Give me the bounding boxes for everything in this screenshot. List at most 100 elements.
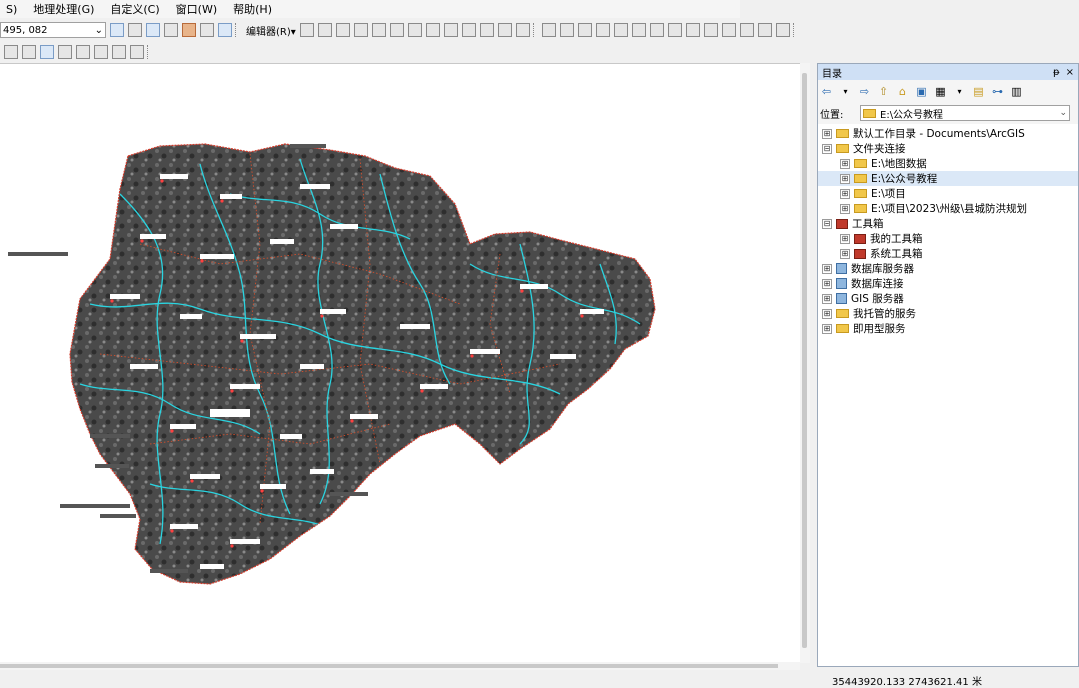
- sketch-properties-icon[interactable]: [515, 23, 530, 37]
- chevron-down-icon[interactable]: ▾: [953, 85, 966, 98]
- editor-menu-button[interactable]: 编辑器(R)▾: [246, 23, 296, 38]
- cut-polygons-icon[interactable]: [443, 23, 458, 37]
- map-scale-combobox[interactable]: 495, 082 ⌄: [0, 22, 106, 38]
- binoculars-icon[interactable]: [58, 45, 72, 59]
- straight-segment-icon[interactable]: [335, 23, 350, 37]
- menu-item-s[interactable]: S): [6, 3, 17, 16]
- toolbar-grip[interactable]: [147, 45, 152, 59]
- edit-vertices-icon[interactable]: [407, 23, 422, 37]
- catalog-tree-node[interactable]: ⊞ E:\项目\2023\州级\县城防洪规划: [818, 201, 1078, 216]
- record-icon[interactable]: [667, 23, 682, 37]
- pencil-icon[interactable]: [4, 45, 18, 59]
- map-view[interactable]: [0, 63, 800, 664]
- up-one-level-icon[interactable]: ⇧: [877, 85, 890, 98]
- pin-icon[interactable]: ᵽ: [1053, 67, 1060, 78]
- collapse-icon[interactable]: ⊟: [822, 218, 832, 229]
- python-window-icon[interactable]: [200, 23, 214, 37]
- attributes-icon[interactable]: [497, 23, 512, 37]
- go-to-xy-icon[interactable]: [76, 45, 90, 59]
- catalog-tree-node[interactable]: ⊞ E:\项目: [818, 186, 1078, 201]
- rotate-icon[interactable]: [479, 23, 494, 37]
- menu-item-help[interactable]: 帮助(H): [233, 1, 272, 17]
- arctoolbox-icon[interactable]: [182, 23, 196, 37]
- expand-icon[interactable]: ⊞: [822, 323, 832, 334]
- fillet-icon[interactable]: [595, 23, 610, 37]
- chevron-down-icon[interactable]: ⌄: [95, 25, 103, 36]
- menu-item-customize[interactable]: 自定义(C): [110, 1, 159, 17]
- expand-icon[interactable]: ⊞: [840, 188, 850, 199]
- expand-icon[interactable]: ⊞: [822, 293, 832, 304]
- catalog-tree-node[interactable]: ⊞ 我的工具箱: [818, 231, 1078, 246]
- snapping-icon[interactable]: [649, 23, 664, 37]
- home-folder-icon[interactable]: ⌂: [896, 85, 909, 98]
- expand-icon[interactable]: ⊞: [840, 248, 850, 259]
- measure-icon[interactable]: [703, 23, 718, 37]
- advanced-edit-icon[interactable]: [577, 23, 592, 37]
- trim-icon[interactable]: [631, 23, 646, 37]
- end-point-arc-icon[interactable]: [353, 23, 368, 37]
- collapse-icon[interactable]: ⊟: [822, 143, 832, 154]
- expand-icon[interactable]: ⊞: [840, 173, 850, 184]
- split-tool-icon[interactable]: [461, 23, 476, 37]
- expand-icon[interactable]: ⊞: [822, 308, 832, 319]
- extend-icon[interactable]: [613, 23, 628, 37]
- point-icon[interactable]: [389, 23, 404, 37]
- menu-item-geoprocessing[interactable]: 地理处理(G): [33, 1, 94, 17]
- scrollbar-thumb[interactable]: [0, 664, 778, 668]
- toolbar-grip[interactable]: [235, 23, 240, 37]
- zoom-icon[interactable]: [757, 23, 772, 37]
- georeferencing-icon[interactable]: [559, 23, 574, 37]
- tree-view-icon[interactable]: ⊶: [991, 85, 1004, 98]
- chevron-down-icon[interactable]: ⌄: [1059, 108, 1067, 118]
- catalog-tree-node[interactable]: ⊞ E:\公众号教程: [818, 171, 1078, 186]
- pan-icon[interactable]: [775, 23, 790, 37]
- catalog-tree-node[interactable]: ⊞ 数据库服务器: [818, 261, 1078, 276]
- create-viewer-icon[interactable]: [130, 45, 144, 59]
- expand-icon[interactable]: ⊞: [840, 158, 850, 169]
- catalog-tree-node[interactable]: ⊞ E:\地图数据: [818, 156, 1078, 171]
- forward-arrow-icon[interactable]: ⇨: [858, 85, 871, 98]
- table-of-contents-icon[interactable]: [128, 23, 142, 37]
- close-icon[interactable]: ×: [1066, 67, 1074, 78]
- model-builder-icon[interactable]: [218, 23, 232, 37]
- menu-item-window[interactable]: 窗口(W): [176, 1, 217, 17]
- connect-folder-icon[interactable]: ▣: [915, 85, 928, 98]
- trace-icon[interactable]: [371, 23, 386, 37]
- expand-icon[interactable]: ⊞: [840, 233, 850, 244]
- expand-icon[interactable]: ⊞: [822, 128, 832, 139]
- catalog-tree-node[interactable]: ⊟ 文件夹连接: [818, 141, 1078, 156]
- catalog-tree-node[interactable]: ⊞ GIS 服务器: [818, 291, 1078, 306]
- catalog-tree-node[interactable]: ⊟ 工具箱: [818, 216, 1078, 231]
- identify-icon[interactable]: [685, 23, 700, 37]
- route-icon[interactable]: [94, 45, 108, 59]
- catalog-tree-node[interactable]: ⊞ 即用型服务: [818, 321, 1078, 336]
- reshape-feature-icon[interactable]: [425, 23, 440, 37]
- scrollbar-thumb[interactable]: [802, 73, 807, 648]
- toolbar-grip[interactable]: [792, 23, 798, 37]
- view-options-icon[interactable]: ▦: [934, 85, 947, 98]
- search-window-icon[interactable]: [164, 23, 178, 37]
- new-folder-icon[interactable]: ▤: [972, 85, 985, 98]
- catalog-tree-node[interactable]: ⊞ 我托管的服务: [818, 306, 1078, 321]
- time-slider-icon[interactable]: [112, 45, 126, 59]
- back-arrow-icon[interactable]: ⇦: [820, 85, 833, 98]
- toolbar-grip[interactable]: [532, 23, 538, 37]
- topology-edit-icon[interactable]: [541, 23, 556, 37]
- location-combobox[interactable]: E:\公众号教程 ⌄: [860, 105, 1070, 121]
- expand-icon[interactable]: ⊞: [840, 203, 850, 214]
- options-icon[interactable]: ▥: [1010, 85, 1023, 98]
- layout-icon[interactable]: [739, 23, 754, 37]
- edit-annotation-icon[interactable]: [317, 23, 332, 37]
- map-canvas[interactable]: [0, 64, 800, 664]
- map-vertical-scrollbar[interactable]: [800, 63, 810, 663]
- catalog-tree-node[interactable]: ⊞ 默认工作目录 - Documents\ArcGIS: [818, 126, 1078, 141]
- chevron-down-icon[interactable]: ▾: [839, 85, 852, 98]
- edit-tool-icon[interactable]: [299, 23, 314, 37]
- map-horizontal-scrollbar[interactable]: [0, 662, 800, 670]
- catalog-tree-node[interactable]: ⊞ 系统工具箱: [818, 246, 1078, 261]
- catalog-window-icon[interactable]: [146, 23, 160, 37]
- editor-toolbar-icon[interactable]: [110, 23, 124, 37]
- grid-icon[interactable]: [721, 23, 736, 37]
- find-icon[interactable]: [40, 45, 54, 59]
- expand-icon[interactable]: ⊞: [822, 278, 832, 289]
